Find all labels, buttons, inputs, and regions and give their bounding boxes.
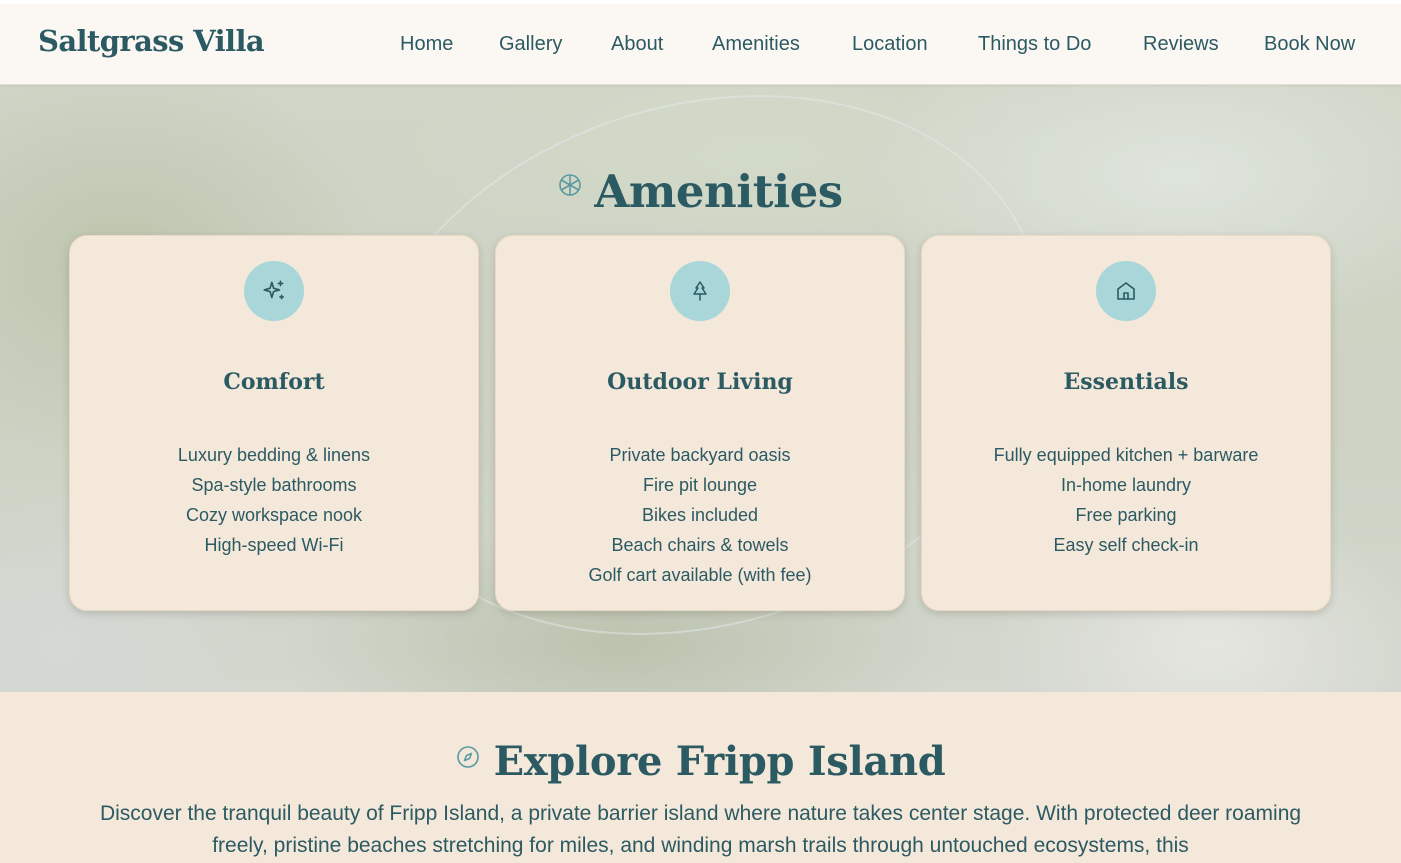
- snowflake-icon: [558, 155, 582, 196]
- nav-gallery[interactable]: Gallery: [499, 33, 562, 56]
- amenity-item: Golf cart available (with fee): [588, 565, 812, 585]
- nav-about[interactable]: About: [611, 33, 663, 56]
- nav-reviews[interactable]: Reviews: [1143, 33, 1219, 56]
- amenity-item: Fully equipped kitchen + barware: [993, 445, 1259, 465]
- amenity-item: Cozy workspace nook: [185, 505, 363, 525]
- explore-heading: Explore Fripp Island: [0, 732, 1401, 785]
- amenity-card-essentials: Essentials Fully equipped kitchen + barw…: [921, 235, 1331, 611]
- amenity-list: Fully equipped kitchen + barware In-home…: [922, 440, 1330, 560]
- amenity-item: High-speed Wi-Fi: [204, 535, 344, 555]
- amenities-section: Amenities Comfort Luxury bedding & linen…: [0, 85, 1401, 692]
- card-title: Essentials: [1063, 369, 1189, 395]
- amenities-heading: Amenities: [0, 155, 1401, 218]
- sparkles-icon: [244, 261, 304, 321]
- amenity-list: Luxury bedding & linens Spa-style bathro…: [70, 440, 478, 560]
- explore-title: Explore Fripp Island: [493, 738, 946, 785]
- nav-book-now[interactable]: Book Now: [1264, 33, 1355, 56]
- home-icon: [1096, 261, 1156, 321]
- card-title: Outdoor Living: [607, 369, 793, 395]
- nav-things-to-do[interactable]: Things to Do: [978, 33, 1091, 56]
- compass-icon: [456, 732, 480, 768]
- amenity-item: Free parking: [1075, 505, 1177, 525]
- amenity-item: Private backyard oasis: [609, 445, 791, 465]
- amenity-item: Bikes included: [641, 505, 759, 525]
- amenity-item: Spa-style bathrooms: [191, 475, 357, 495]
- amenity-item: Luxury bedding & linens: [177, 445, 371, 465]
- amenity-card-outdoor-living: Outdoor Living Private backyard oasis Fi…: [495, 235, 905, 611]
- amenity-list: Private backyard oasis Fire pit lounge B…: [496, 440, 904, 590]
- card-title: Comfort: [223, 369, 325, 395]
- site-header: Saltgrass Villa Home Gallery About Ameni…: [0, 4, 1401, 85]
- amenity-card-comfort: Comfort Luxury bedding & linens Spa-styl…: [69, 235, 479, 611]
- explore-description: Discover the tranquil beauty of Fripp Is…: [99, 802, 1302, 857]
- amenity-item: Beach chairs & towels: [611, 535, 789, 555]
- explore-section: Explore Fripp Island Discover the tranqu…: [0, 692, 1401, 863]
- nav-amenities[interactable]: Amenities: [712, 33, 800, 56]
- nav-location[interactable]: Location: [852, 33, 928, 56]
- nav-home[interactable]: Home: [400, 33, 453, 56]
- amenity-item: Easy self check-in: [1053, 535, 1199, 555]
- brand-logo[interactable]: Saltgrass Villa: [38, 24, 265, 58]
- amenity-item: Fire pit lounge: [642, 475, 758, 495]
- tree-icon: [670, 261, 730, 321]
- amenity-item: In-home laundry: [1060, 475, 1192, 495]
- amenities-title: Amenities: [594, 165, 843, 218]
